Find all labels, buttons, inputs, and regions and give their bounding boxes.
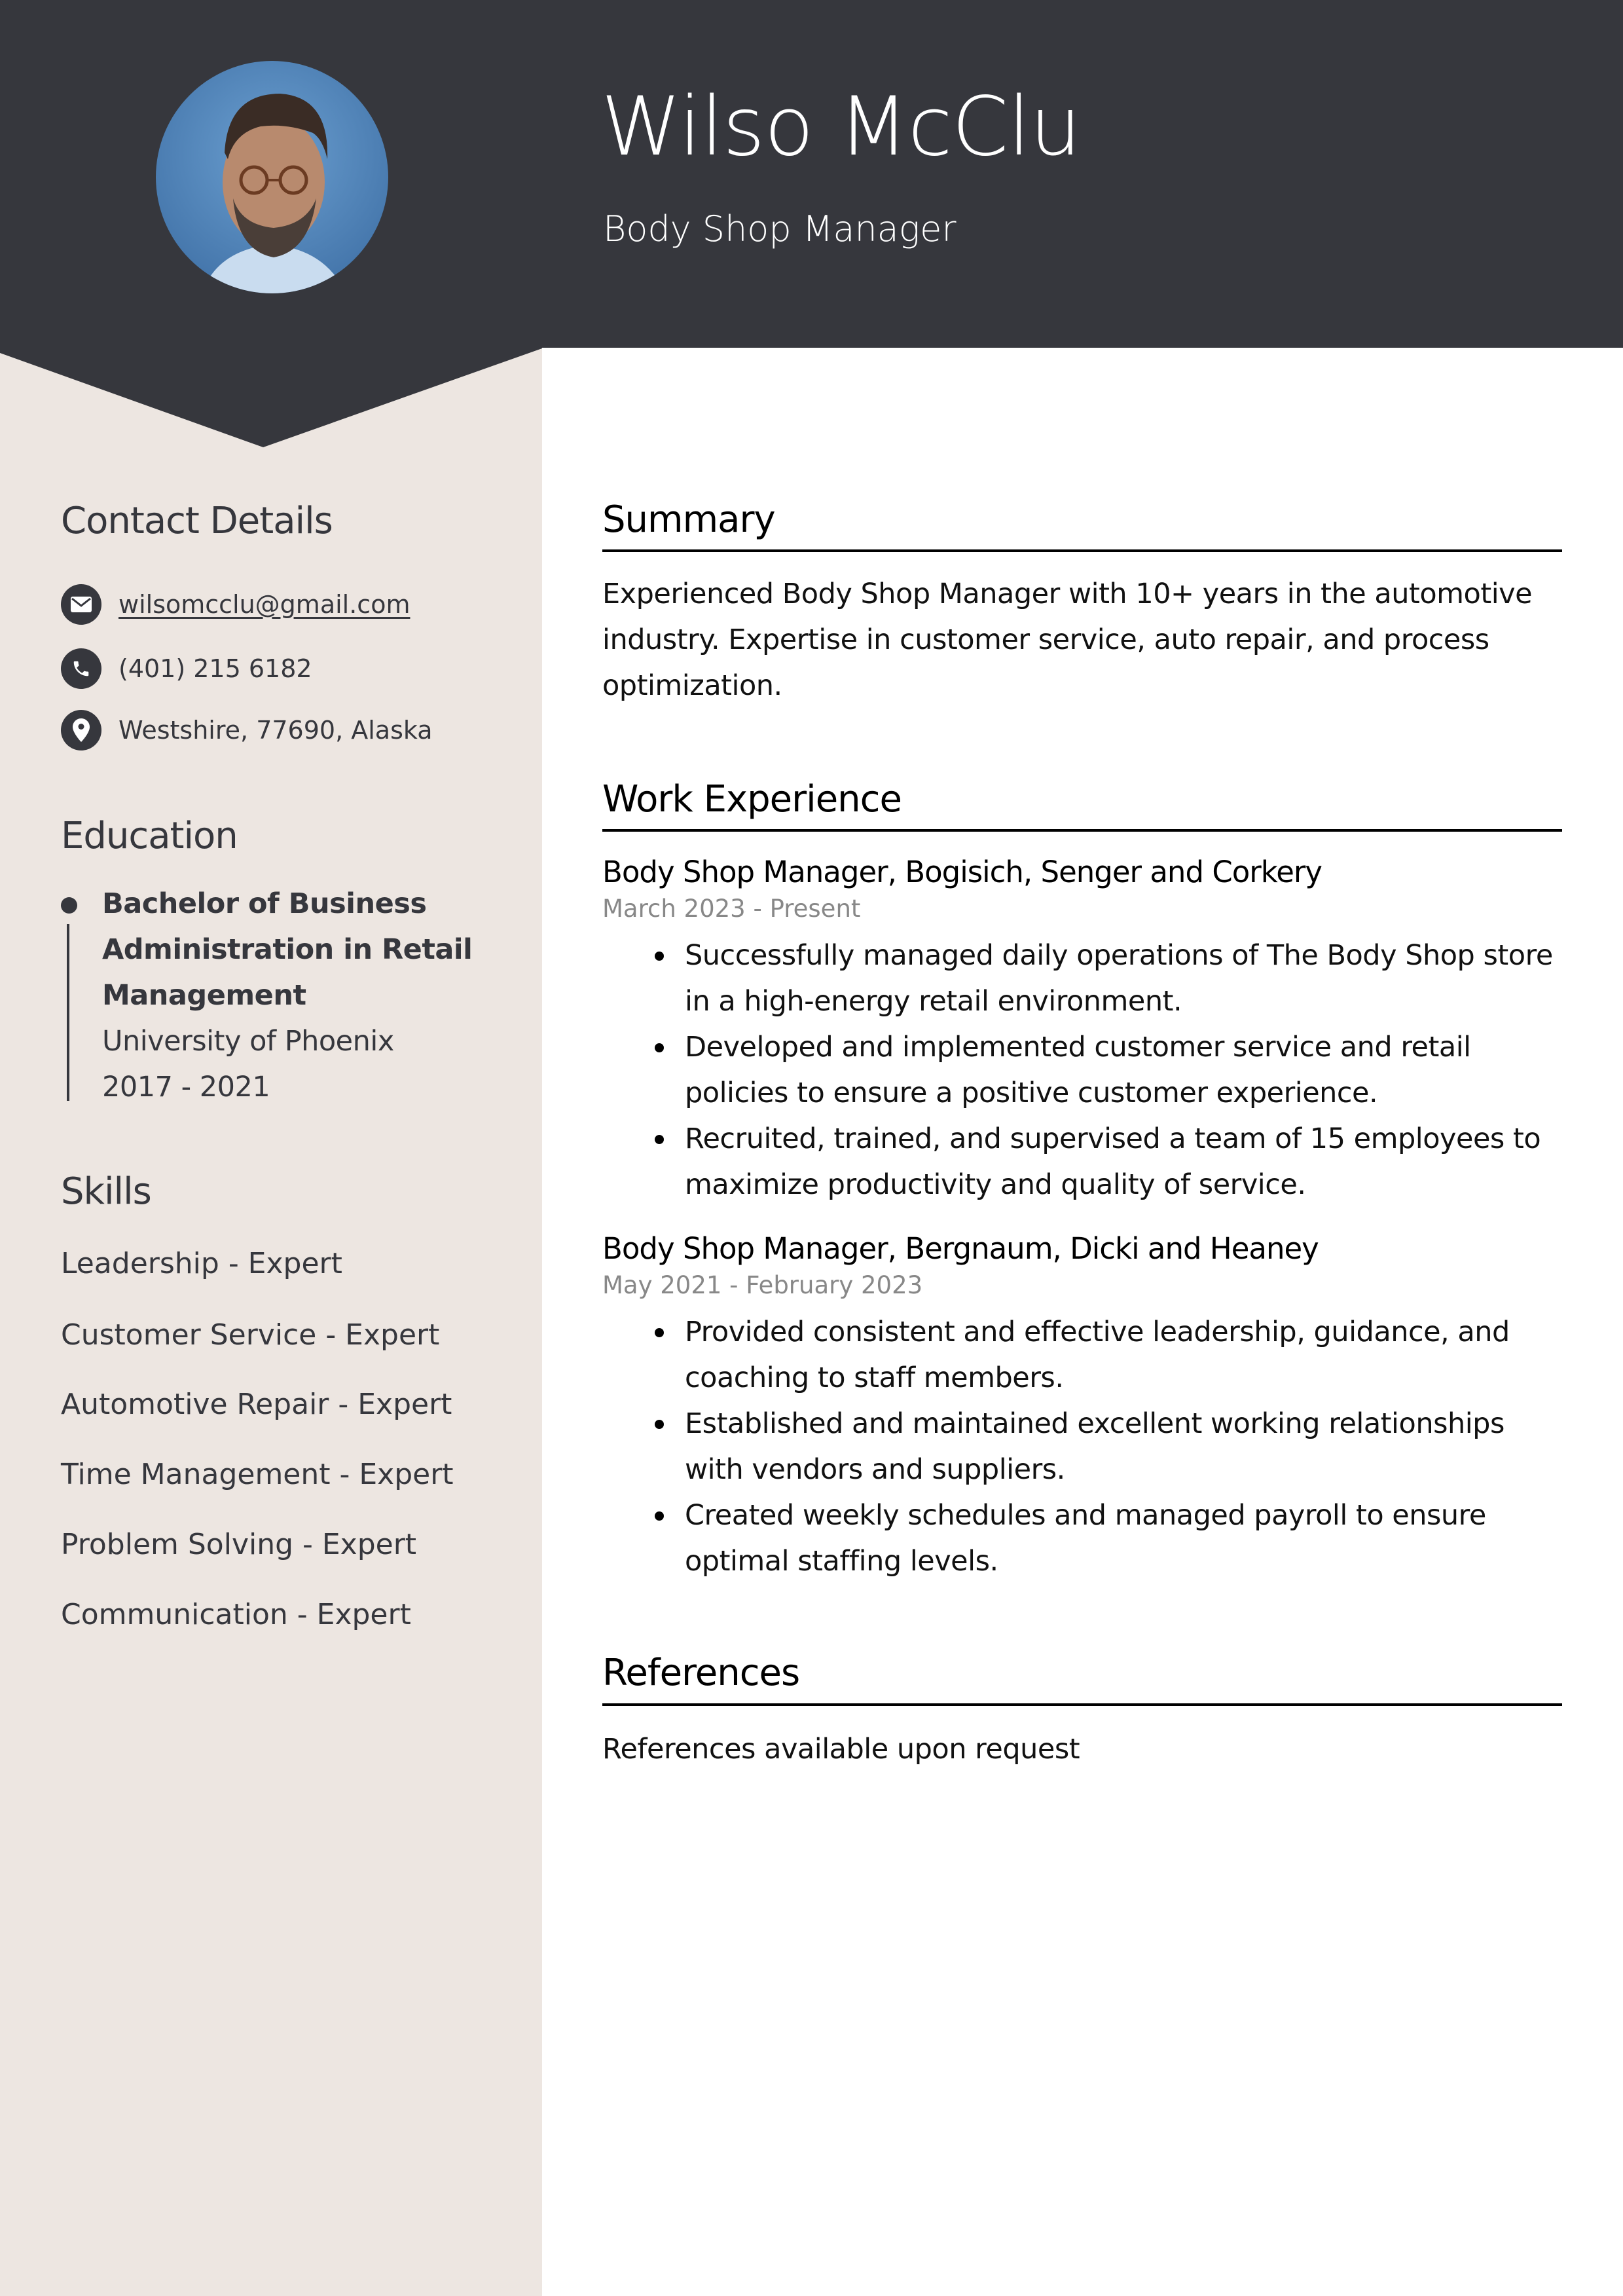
job-title: Body Shop Manager, Bogisich, Senger and …: [602, 855, 1322, 889]
phone-number: (401) 215 6182: [119, 654, 312, 683]
phone-icon: [61, 648, 101, 689]
education-years: 2017 - 2021: [102, 1071, 270, 1103]
summary-text: Experienced Body Shop Manager with 10+ y…: [602, 578, 1533, 702]
address: Westshire, 77690, Alaska: [119, 716, 433, 745]
skill-item: Automotive Repair - Expert: [61, 1388, 452, 1421]
candidate-job-title: Body Shop Manager: [603, 208, 957, 250]
contact-location: Westshire, 77690, Alaska: [61, 710, 433, 750]
job-dates: May 2021 - February 2023: [602, 1271, 923, 1299]
header-chevron: [0, 347, 542, 447]
skill-item: Time Management - Expert: [61, 1458, 454, 1491]
job-dates: March 2023 - Present: [602, 895, 861, 923]
job-bullets: Successfully managed daily operations of…: [655, 933, 1571, 1208]
skill-item: Leadership - Expert: [61, 1247, 342, 1280]
contact-heading: Contact Details: [61, 500, 333, 542]
work-experience-divider: [602, 829, 1562, 832]
job-bullet: Provided consistent and effective leader…: [655, 1309, 1571, 1401]
education-timeline-dot: [61, 897, 77, 914]
summary-divider: [602, 549, 1562, 552]
references-divider: [602, 1703, 1562, 1706]
candidate-name: Wilso McClu: [601, 80, 1081, 174]
references-heading: References: [602, 1652, 800, 1694]
education-timeline-line: [67, 924, 69, 1101]
references-text: References available upon request: [602, 1733, 1080, 1766]
skill-item: Communication - Expert: [61, 1598, 411, 1631]
job-bullet: Successfully managed daily operations of…: [655, 933, 1571, 1024]
job-bullet: Developed and implemented customer servi…: [655, 1024, 1571, 1116]
profile-photo: [156, 61, 388, 293]
education-heading: Education: [61, 815, 238, 857]
job-bullet: Recruited, trained, and supervised a tea…: [655, 1116, 1571, 1208]
skills-heading: Skills: [61, 1170, 152, 1213]
location-pin-icon: [61, 710, 101, 750]
education-entry: Bachelor of Business Administration in R…: [102, 881, 521, 1110]
contact-email[interactable]: wilsomcclu@gmail.com: [61, 584, 410, 625]
job-title: Body Shop Manager, Bergnaum, Dicki and H…: [602, 1231, 1319, 1266]
job-bullet: Created weekly schedules and managed pay…: [655, 1492, 1571, 1584]
education-school: University of Phoenix: [102, 1025, 394, 1058]
work-experience-heading: Work Experience: [602, 778, 902, 821]
job-bullets: Provided consistent and effective leader…: [655, 1309, 1571, 1584]
contact-phone: (401) 215 6182: [61, 648, 312, 689]
skill-item: Problem Solving - Expert: [61, 1528, 417, 1561]
job-bullet: Established and maintained excellent wor…: [655, 1401, 1571, 1492]
skill-item: Customer Service - Expert: [61, 1318, 440, 1352]
envelope-icon: [61, 584, 101, 625]
education-degree: Bachelor of Business Administration in R…: [102, 887, 473, 1012]
email-link[interactable]: wilsomcclu@gmail.com: [119, 590, 410, 619]
summary-heading: Summary: [602, 498, 776, 541]
